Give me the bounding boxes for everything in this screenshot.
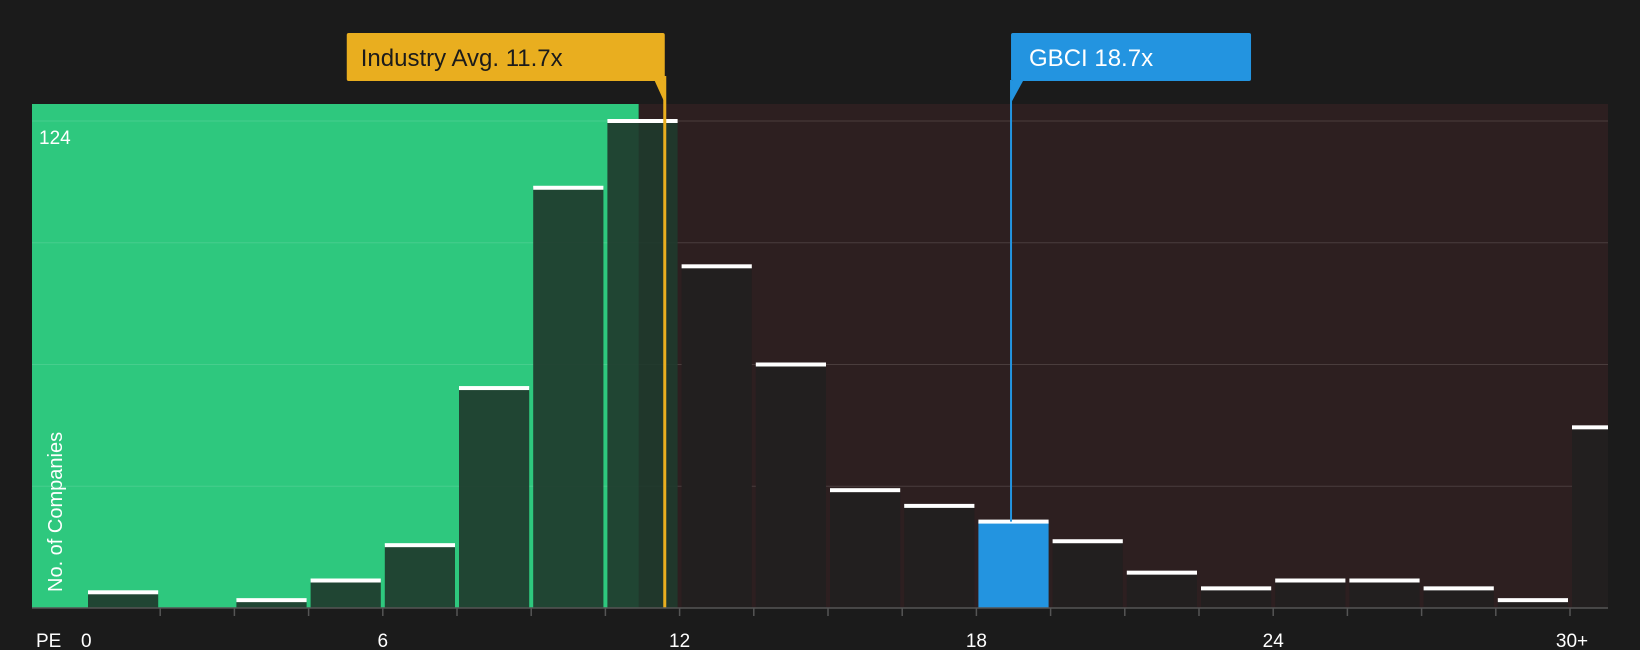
bar-cap (1275, 578, 1346, 583)
histogram-bar (1126, 572, 1197, 608)
x-tick-label: 30+ (1556, 631, 1588, 650)
company-pe-tag-pointer (1011, 81, 1024, 103)
bar-cap (1572, 425, 1608, 430)
bar-cap (533, 185, 604, 190)
x-tick-label: 18 (966, 631, 987, 650)
histogram-bar (459, 388, 530, 608)
x-tick-label: 24 (1263, 631, 1285, 650)
x-tick-label: 6 (378, 631, 389, 650)
histogram-bar (607, 121, 678, 608)
bar-cap (681, 264, 752, 269)
industry-average-label: Industry Avg. 11.7x (361, 45, 563, 72)
bar-cap (236, 598, 307, 603)
y-axis-label: No. of Companies (45, 432, 67, 592)
histogram-bar (681, 266, 752, 608)
bar-cap (384, 543, 455, 548)
pe-distribution-chart: Industry Avg. 11.7x GBCI 18.7x 0 6 12 18 24 30… (32, 33, 1608, 650)
bar-cap (1126, 570, 1197, 575)
histogram-bar (384, 545, 455, 608)
bar-cap (1349, 578, 1420, 583)
histogram-bar (1349, 580, 1420, 608)
bar-cap (310, 578, 381, 583)
bar-cap (1201, 586, 1272, 591)
histogram-bar (904, 505, 975, 608)
bar-cap (1497, 598, 1568, 603)
company-pe-label: GBCI 18.7x (1029, 45, 1153, 72)
histogram-bar (1275, 580, 1346, 608)
x-axis-label: PE (36, 631, 61, 650)
y-max-label: 124 (39, 128, 71, 149)
industry-average-tag-pointer (654, 81, 665, 103)
histogram-bar (1423, 588, 1494, 608)
histogram-bar (1201, 588, 1272, 608)
histogram-bar (310, 580, 381, 608)
x-axis-ticks: 0 6 12 18 24 30+ (81, 608, 1588, 650)
bar-cap (1052, 539, 1123, 544)
bar-cap (830, 488, 901, 493)
histogram-bar (830, 490, 901, 608)
x-tick-label: 0 (81, 631, 92, 650)
bar-cap (978, 519, 1049, 524)
x-tick-label: 12 (669, 631, 690, 650)
bar-cap (1423, 586, 1494, 591)
bar-cap (904, 503, 975, 508)
bar-cap (755, 362, 826, 367)
histogram-bar (978, 521, 1049, 608)
histogram-bar (88, 592, 159, 608)
histogram-bar (755, 364, 826, 608)
histogram-bar (1572, 427, 1608, 608)
histogram-bar (1052, 541, 1123, 608)
histogram-bar (533, 187, 604, 609)
bar-cap (459, 386, 530, 391)
bar-cap (607, 119, 678, 123)
bar-cap (88, 590, 159, 595)
